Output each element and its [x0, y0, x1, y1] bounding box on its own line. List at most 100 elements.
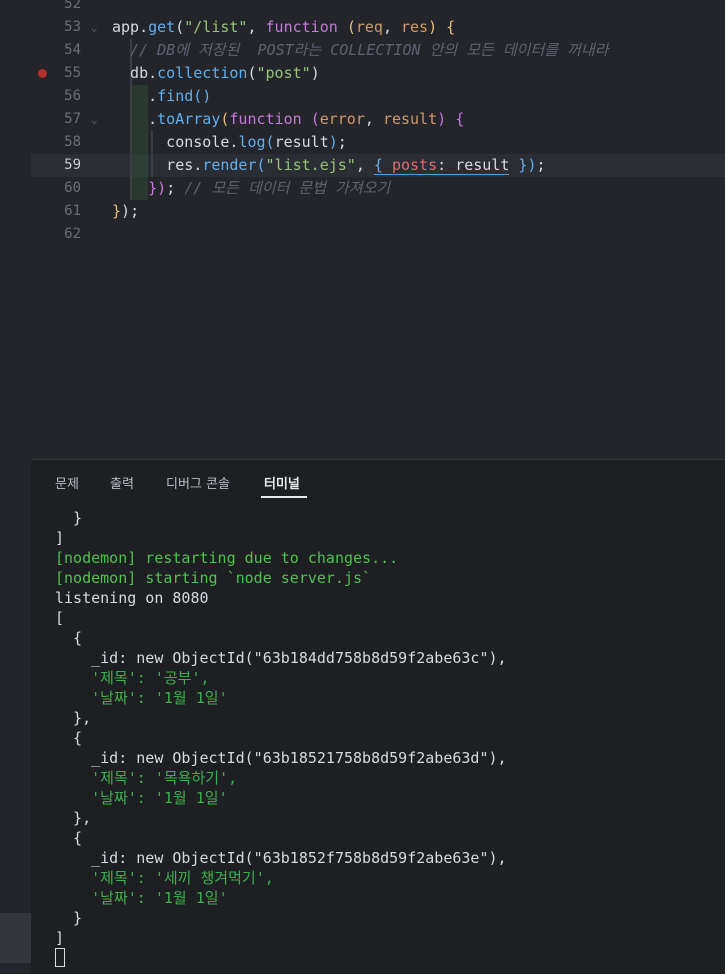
code-token: ) — [437, 110, 447, 128]
chevron-down-icon[interactable]: ⌄ — [91, 108, 98, 131]
line-number: 61 — [64, 203, 81, 219]
line-number: 54 — [64, 42, 81, 58]
terminal-prompt-line[interactable] — [55, 948, 715, 969]
code-token: . — [112, 87, 158, 105]
panel-tab[interactable]: 디버그 콘솔 — [166, 473, 230, 492]
terminal-line: ] — [55, 929, 65, 947]
code-token: : — [437, 156, 456, 175]
code-token: { — [455, 110, 465, 128]
code-token: { — [446, 18, 456, 36]
code-token: render — [202, 156, 257, 174]
code-token: ; — [337, 133, 347, 151]
code-token: toArray — [157, 110, 221, 128]
activity-bar — [0, 0, 31, 973]
code-token: () — [193, 87, 212, 105]
code-token: result — [455, 156, 510, 175]
terminal-line: _id: new ObjectId("63b184dd758b8d59f2abe… — [55, 649, 507, 667]
code-token: "post" — [256, 64, 311, 82]
code-line[interactable]: 53 ⌄ app.get("/list", function (req, res) … — [31, 16, 725, 39]
line-number: 60 — [64, 180, 81, 196]
code-token: , — [364, 110, 383, 128]
code-line[interactable]: 54 // DB에 저장된 POST라는 COLLECTION 안의 모든 데이… — [31, 39, 725, 62]
code-token: } — [509, 156, 528, 174]
code-token: . — [148, 64, 158, 82]
line-number: 62 — [64, 226, 81, 242]
line-number: 58 — [64, 134, 81, 150]
bottom-panel: 문제 출력 디버그 콘솔 터미널 }] [nodemon] restarting due… — [31, 459, 725, 974]
code-token: , — [382, 18, 401, 36]
code-token: ( — [247, 64, 257, 82]
code-line[interactable]: 60 }); // 모든 데이터 문법 가져오기 — [31, 177, 725, 200]
code-text: }); // 모든 데이터 문법 가져오기 — [112, 177, 390, 200]
terminal-line: [nodemon] restarting due to changes... — [55, 549, 399, 567]
code-token: ) — [328, 133, 338, 151]
panel-tab[interactable]: 터미널 — [264, 473, 300, 492]
terminal-line: _id: new ObjectId("63b1852f758b8d59f2abe… — [55, 849, 507, 867]
line-number: 59 — [64, 157, 81, 173]
panel-tab[interactable]: 문제 — [55, 473, 79, 492]
code-text: .toArray(function (error, result) { — [112, 108, 464, 131]
code-token: "list.ejs" — [265, 156, 356, 174]
code-token: , — [355, 156, 374, 174]
code-token: res — [401, 18, 429, 36]
line-number: 53 — [64, 19, 81, 35]
code-line[interactable]: 58 console.log(result); — [31, 131, 725, 154]
code-token: // 모든 데이터 문법 가져오기 — [175, 179, 391, 197]
activity-bar-highlight[interactable] — [0, 913, 31, 963]
code-token: ( — [256, 156, 266, 174]
code-line[interactable]: 61}); — [31, 200, 725, 223]
code-token: ( — [310, 110, 320, 128]
chevron-down-icon[interactable]: ⌄ — [91, 16, 98, 39]
terminal-line: _id: new ObjectId("63b18521758b8d59f2abe… — [55, 749, 507, 767]
code-token: ( — [175, 18, 185, 36]
terminal-line: } — [55, 909, 83, 927]
code-text: console.log(result); — [112, 131, 347, 154]
code-line[interactable]: 57 ⌄ .toArray(function (error, result) { — [31, 108, 725, 131]
terminal-line: '날짜': '1월 1일' — [55, 689, 228, 707]
terminal-line: } — [55, 509, 83, 527]
terminal-line: }, — [55, 709, 92, 727]
terminal-output[interactable]: }] [nodemon] restarting due to changes...… — [55, 508, 715, 969]
terminal-line: { — [55, 629, 83, 647]
terminal-line: { — [55, 729, 83, 747]
code-token: find — [157, 87, 194, 105]
terminal-line: '제목': '세끼 챙겨먹기', — [55, 869, 274, 887]
code-token: } — [112, 202, 122, 220]
code-token: result — [382, 110, 438, 128]
code-token: ) — [310, 64, 320, 82]
terminal-line: }, — [55, 809, 92, 827]
code-token: error — [319, 110, 365, 128]
code-text: db.collection("post") — [112, 62, 320, 85]
code-line[interactable]: 59 res.render("list.ejs", { posts: resul… — [31, 154, 725, 177]
code-line[interactable]: 52 — [31, 0, 725, 16]
line-number: 55 — [64, 65, 81, 81]
terminal-line: [ — [55, 609, 65, 627]
code-token: ) — [428, 18, 438, 36]
code-token: ) — [121, 202, 131, 220]
code-editor[interactable]: 52 53 ⌄ app.get("/list", function (req, res… — [31, 0, 725, 459]
panel-tab[interactable]: 출력 — [110, 473, 134, 492]
code-token: app — [112, 18, 140, 36]
terminal-line: '제목': '공부', — [55, 669, 210, 687]
code-token: res — [112, 156, 194, 174]
code-token: . — [139, 18, 149, 36]
code-token: , — [247, 18, 266, 36]
code-token: log — [238, 133, 266, 151]
code-line[interactable]: 56 .find() — [31, 85, 725, 108]
code-line[interactable]: 55 db.collection("post") — [31, 62, 725, 85]
code-line[interactable]: 62 — [31, 223, 725, 246]
code-token: ; — [536, 156, 546, 174]
code-token: ( — [346, 18, 356, 36]
code-text: res.render("list.ejs", { posts: result }… — [112, 154, 546, 177]
code-text: }); — [112, 200, 139, 223]
code-token: // DB에 저장된 POST라는 COLLECTION 안의 모든 데이터를 … — [112, 41, 609, 59]
code-token: ; — [166, 179, 176, 197]
code-token: { — [373, 156, 392, 175]
code-token: ( — [265, 133, 275, 151]
terminal-line: '날짜': '1월 1일' — [55, 889, 228, 907]
